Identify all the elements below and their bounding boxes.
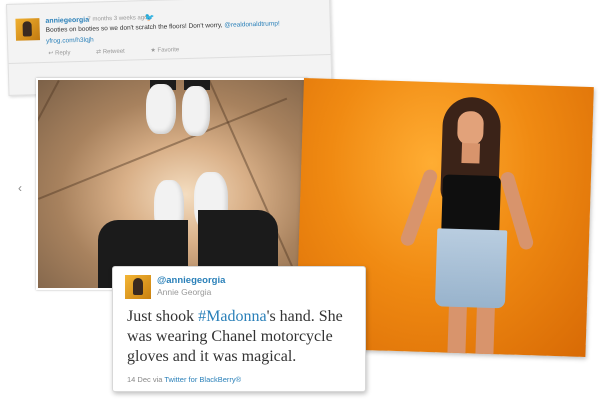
favorite-button[interactable]: ★ Favorite bbox=[150, 47, 191, 54]
via-label: via bbox=[150, 375, 165, 384]
tweet-handle[interactable]: @anniegeorgia bbox=[157, 275, 225, 286]
reply-label: Reply bbox=[55, 50, 71, 57]
tweet-date[interactable]: 14 Dec bbox=[127, 375, 151, 384]
tweet-username[interactable]: anniegeorgia bbox=[45, 17, 89, 25]
tweet-short-link[interactable]: yfrog.com/h3lqjh bbox=[46, 37, 94, 45]
retweet-button[interactable]: ⇄ Retweet bbox=[96, 48, 137, 56]
tweet-display-name: Annie Georgia bbox=[157, 287, 212, 297]
tweet-text: Just shook #Madonna's hand. She was wear… bbox=[127, 307, 359, 367]
black-top bbox=[441, 174, 502, 233]
leg bbox=[447, 302, 468, 357]
retweet-label: Retweet bbox=[102, 48, 125, 56]
hashtag-link[interactable]: #Madonna bbox=[198, 308, 266, 325]
face bbox=[456, 110, 485, 146]
tweet-meta: 14 Dec via Twitter for BlackBerry® bbox=[127, 375, 241, 384]
mention-link[interactable]: @realdonaldtrump! bbox=[224, 20, 280, 29]
featured-tweet-card: @anniegeorgia Annie Georgia Just shook #… bbox=[112, 266, 366, 392]
floor-tile-line bbox=[38, 80, 60, 265]
favorite-label: Favorite bbox=[157, 47, 180, 54]
tweet-text-before: Just shook bbox=[127, 308, 199, 325]
client-link[interactable]: Twitter for BlackBerry® bbox=[164, 375, 241, 384]
leg bbox=[475, 303, 495, 357]
tweet-timestamp[interactable]: 7 months 3 weeks ago bbox=[87, 15, 147, 23]
bootie bbox=[182, 86, 210, 136]
carousel-prev-icon[interactable]: ‹ bbox=[18, 181, 22, 195]
tweet-actions: ↩ Reply ⇄ Retweet ★ Favorite bbox=[48, 46, 203, 57]
twitter-bird-icon: 🐦 bbox=[144, 12, 155, 23]
denim-skirt bbox=[434, 228, 508, 309]
arm bbox=[398, 167, 440, 248]
reply-button[interactable]: ↩ Reply bbox=[48, 50, 82, 57]
avatar[interactable] bbox=[125, 275, 151, 299]
photo-booties-floor[interactable] bbox=[36, 78, 308, 290]
neck bbox=[461, 142, 481, 164]
bootie bbox=[146, 84, 176, 134]
avatar[interactable] bbox=[15, 18, 41, 41]
